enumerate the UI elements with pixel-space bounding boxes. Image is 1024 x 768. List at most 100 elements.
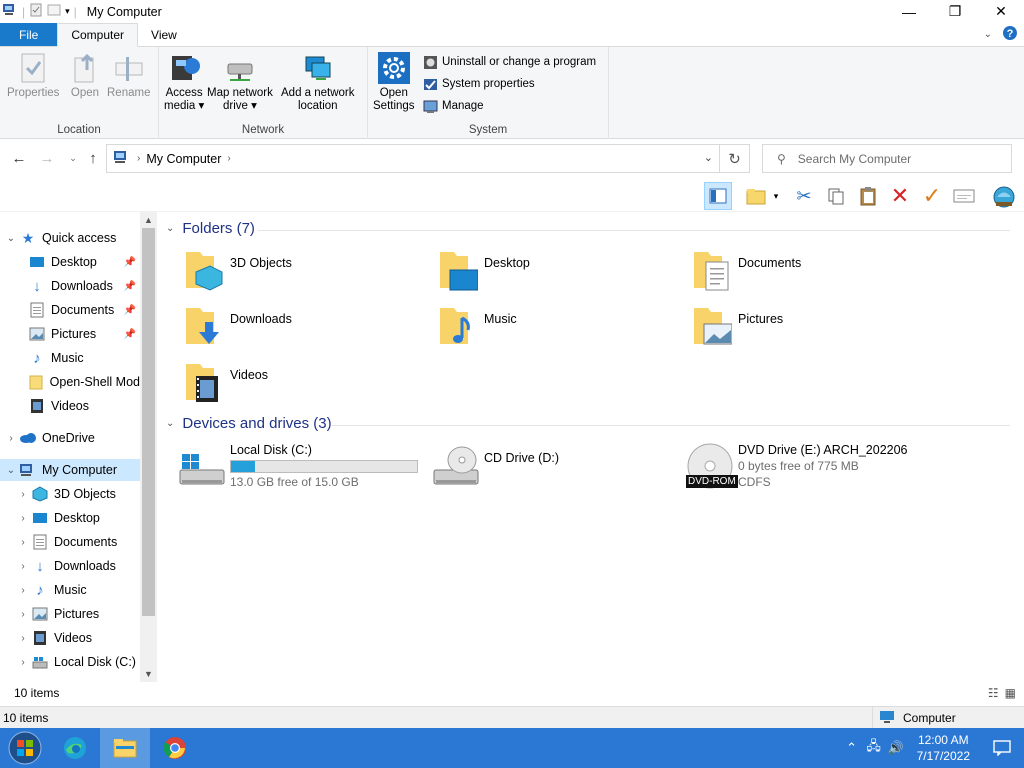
drive-tile-dvd-drive[interactable]: DVD-ROM DVD Drive (E:) ARCH_202206 0 byt…	[686, 442, 936, 496]
nav-qa-downloads[interactable]: ↓ Downloads 📌	[0, 275, 140, 297]
expand-chevron-icon[interactable]: ⌄	[3, 233, 19, 244]
breadcrumb-separator-icon[interactable]: ›	[227, 153, 230, 164]
collapse-chevron-icon[interactable]: ⌄	[166, 223, 174, 234]
expand-chevron-icon[interactable]: ›	[15, 489, 31, 500]
folder-tile-3d-objects[interactable]: 3D Objects	[184, 248, 424, 298]
expand-chevron-icon[interactable]: ›	[15, 537, 31, 548]
paste-icon[interactable]	[854, 182, 882, 210]
nav-qa-documents[interactable]: Documents 📌	[0, 299, 140, 321]
pin-icon[interactable]: 📌	[124, 305, 136, 316]
nav-quick-access[interactable]: ⌄ ★ Quick access	[0, 227, 140, 249]
nav-pc-pictures[interactable]: › Pictures	[0, 603, 140, 625]
notifications-icon[interactable]	[980, 728, 1024, 768]
expand-chevron-icon[interactable]: ›	[15, 633, 31, 644]
delete-icon[interactable]: ✕	[886, 182, 914, 210]
edge-taskbar-button[interactable]	[50, 728, 100, 768]
folder-tile-documents[interactable]: Documents	[692, 248, 932, 298]
recent-locations-button[interactable]: ⌄	[62, 147, 84, 169]
add-network-location-button[interactable]: Add a network location	[281, 51, 355, 113]
expand-chevron-icon[interactable]: ›	[15, 585, 31, 596]
folder-tile-music[interactable]: Music	[438, 304, 678, 354]
show-hidden-icons-icon[interactable]: ⌃	[841, 740, 863, 756]
folder-tile-desktop[interactable]: Desktop	[438, 248, 678, 298]
folder-tile-downloads[interactable]: Downloads	[184, 304, 424, 354]
nav-qa-pictures[interactable]: Pictures 📌	[0, 323, 140, 345]
address-bar[interactable]: › My Computer › ⌄	[106, 144, 720, 173]
start-button[interactable]	[0, 728, 50, 768]
breadcrumb-separator-icon[interactable]: ›	[137, 153, 140, 164]
minimize-button[interactable]: —	[886, 0, 932, 23]
scroll-up-icon[interactable]: ▲	[140, 212, 157, 228]
address-dropdown-icon[interactable]: ⌄	[704, 151, 713, 164]
window-icon[interactable]	[2, 3, 18, 20]
nav-my-computer[interactable]: ⌄ My Computer	[0, 459, 140, 481]
folder-tile-pictures[interactable]: Pictures	[692, 304, 932, 354]
up-button[interactable]: ↑	[82, 147, 104, 169]
nav-pc-music[interactable]: › ♪ Music	[0, 579, 140, 601]
large-icons-view-icon[interactable]: ▦	[1005, 686, 1016, 700]
manage-button[interactable]: Manage	[422, 98, 484, 114]
nav-pc-videos[interactable]: › Videos	[0, 627, 140, 649]
shell-logo-icon[interactable]	[990, 182, 1018, 210]
nav-qa-open-shell[interactable]: Open-Shell Mod	[0, 371, 140, 393]
nav-pc-local-disk[interactable]: › Local Disk (C:)	[0, 651, 140, 673]
breadcrumb-my-computer[interactable]: My Computer	[146, 152, 221, 166]
map-network-drive-button[interactable]: Map network drive ▾	[207, 51, 273, 113]
details-view-icon[interactable]: ☷	[988, 686, 999, 700]
copy-icon[interactable]	[822, 182, 850, 210]
scroll-down-icon[interactable]: ▼	[140, 666, 157, 682]
open-button[interactable]: Open	[68, 51, 102, 100]
nav-pc-downloads[interactable]: › ↓ Downloads	[0, 555, 140, 577]
search-box[interactable]: ⚲ Search My Computer	[762, 144, 1012, 173]
chrome-taskbar-button[interactable]	[150, 728, 200, 768]
drives-section-header[interactable]: ⌄ Devices and drives (3)	[166, 415, 332, 432]
system-properties-button[interactable]: System properties	[422, 76, 535, 92]
uninstall-program-button[interactable]: Uninstall or change a program	[422, 54, 596, 70]
network-icon[interactable]: 🖧	[863, 737, 885, 759]
nav-pc-3d-objects[interactable]: › 3D Objects	[0, 483, 140, 505]
new-folder-qat-icon[interactable]	[47, 3, 61, 20]
customize-qat-icon[interactable]: ▾	[65, 6, 70, 17]
help-icon[interactable]: ?	[1002, 25, 1018, 44]
cut-icon[interactable]: ✂	[790, 182, 818, 210]
navigation-pane-scrollbar[interactable]: ▲ ▼	[140, 212, 157, 682]
expand-ribbon-icon[interactable]: ⌄	[984, 29, 992, 40]
clock[interactable]: 12:00 AM 7/17/2022	[907, 732, 980, 764]
nav-pc-documents[interactable]: › Documents	[0, 531, 140, 553]
properties-qat-icon[interactable]	[29, 3, 43, 20]
expand-chevron-icon[interactable]: ›	[3, 433, 19, 444]
folders-section-header[interactable]: ⌄ Folders (7)	[166, 220, 255, 237]
drive-tile-cd-drive[interactable]: CD Drive (D:)	[432, 442, 682, 496]
maximize-button[interactable]: ❐	[932, 0, 978, 23]
expand-chevron-icon[interactable]: ⌄	[3, 465, 19, 476]
access-media-button[interactable]: Access media ▾	[164, 51, 204, 113]
nav-qa-music[interactable]: ♪ Music	[0, 347, 140, 369]
view-dropdown-icon[interactable]: ▾	[768, 182, 784, 210]
pin-icon[interactable]: 📌	[124, 281, 136, 292]
forward-button[interactable]: →	[36, 147, 58, 169]
new-folder-icon[interactable]	[742, 182, 770, 210]
pin-icon[interactable]: 📌	[124, 329, 136, 340]
tab-view[interactable]: View	[138, 23, 190, 46]
rename-button[interactable]: Rename	[107, 51, 150, 100]
back-button[interactable]: ←	[8, 147, 30, 169]
properties-button[interactable]: Properties	[7, 51, 59, 100]
email-icon[interactable]	[950, 182, 978, 210]
tab-computer[interactable]: Computer	[57, 23, 139, 47]
close-button[interactable]: ✕	[978, 0, 1024, 23]
file-explorer-taskbar-button[interactable]	[100, 728, 150, 768]
folder-tile-videos[interactable]: Videos	[184, 360, 424, 410]
expand-chevron-icon[interactable]: ›	[15, 561, 31, 572]
check-icon[interactable]: ✓	[918, 182, 946, 210]
expand-chevron-icon[interactable]: ›	[15, 609, 31, 620]
expand-chevron-icon[interactable]: ›	[15, 657, 31, 668]
refresh-button[interactable]: ↻	[720, 144, 750, 173]
drive-tile-local-disk[interactable]: Local Disk (C:) 13.0 GB free of 15.0 GB	[178, 442, 428, 496]
navigation-pane-icon[interactable]	[704, 182, 732, 210]
tab-file[interactable]: File	[0, 23, 58, 46]
nav-onedrive[interactable]: › OneDrive	[0, 427, 140, 449]
pin-icon[interactable]: 📌	[124, 257, 136, 268]
expand-chevron-icon[interactable]: ›	[15, 513, 31, 524]
scrollbar-thumb[interactable]	[142, 228, 155, 616]
nav-pc-desktop[interactable]: › Desktop	[0, 507, 140, 529]
